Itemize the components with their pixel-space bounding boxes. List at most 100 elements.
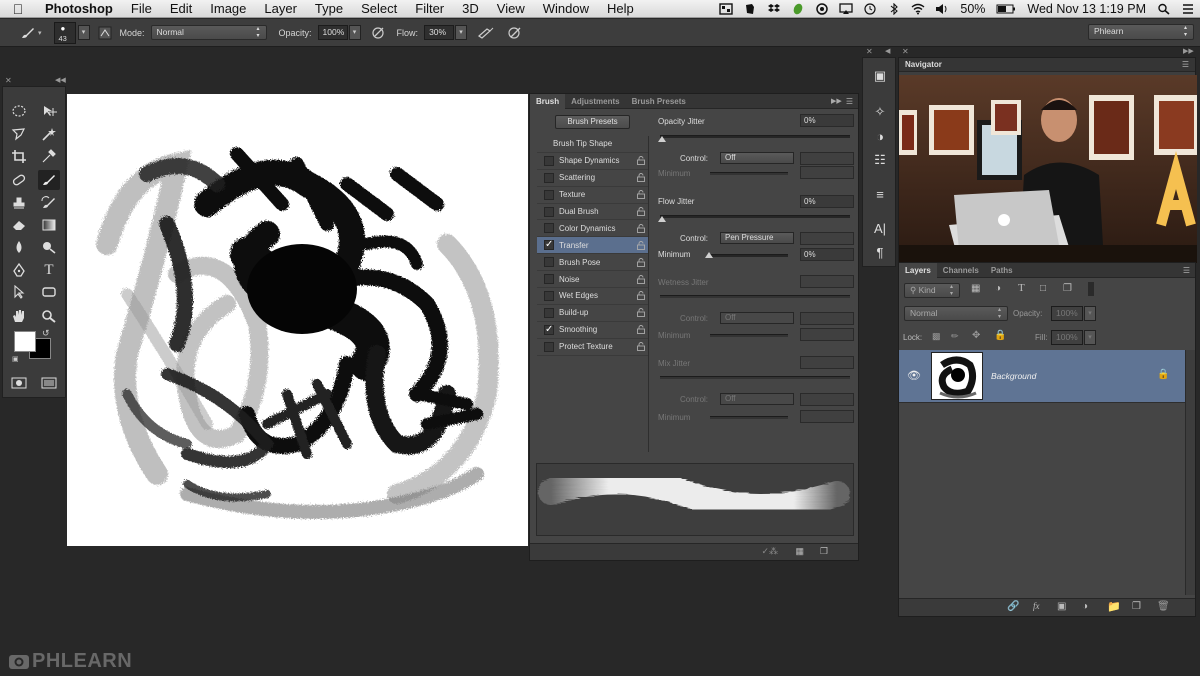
menu-3d[interactable]: 3D xyxy=(453,0,488,18)
opacity-control-dropdown[interactable]: Off xyxy=(720,152,794,164)
flow-slider-arrow-icon[interactable]: ▾ xyxy=(455,25,468,40)
option-lock-icon[interactable] xyxy=(637,240,645,250)
menu-layer[interactable]: Layer xyxy=(255,0,306,18)
healing-brush-tool-icon[interactable] xyxy=(8,170,30,190)
default-colors-icon[interactable]: ▣ xyxy=(12,355,19,363)
airbrush-icon[interactable] xyxy=(477,26,495,40)
lock-transparent-icon[interactable]: ▩ xyxy=(932,331,941,342)
lock-pixels-icon[interactable]: ✏ xyxy=(951,331,959,342)
iconcol-close-icon[interactable]: ✕ xyxy=(866,47,873,56)
tab-brush[interactable]: Brush xyxy=(530,93,566,109)
menu-window[interactable]: Window xyxy=(534,0,598,18)
airplay-icon[interactable] xyxy=(839,2,854,15)
tab-brush-presets[interactable]: Brush Presets xyxy=(626,94,692,109)
layer-blend-mode-dropdown[interactable]: Normal xyxy=(904,306,1008,321)
tools-close-icon[interactable]: ✕ xyxy=(5,76,12,85)
layer-name[interactable]: Background xyxy=(991,371,1036,381)
clock[interactable]: Wed Nov 13 1:19 PM xyxy=(1021,2,1152,16)
paragraph-styles-icon[interactable]: ≡ xyxy=(870,184,890,204)
new-group-icon[interactable]: 📁 xyxy=(1107,600,1121,613)
menu-help[interactable]: Help xyxy=(598,0,643,18)
option-lock-icon[interactable] xyxy=(637,207,645,216)
navigator-menu-icon[interactable]: ☰ xyxy=(1182,60,1189,69)
brush-picker-arrow-icon[interactable]: ▾ xyxy=(77,25,90,40)
flow-jitter-slider[interactable] xyxy=(660,215,850,218)
tab-adjustments[interactable]: Adjustments xyxy=(565,94,625,109)
filter-pixel-icon[interactable]: ▦ xyxy=(971,283,980,294)
brush-option-wet-edges[interactable]: Wet Edges xyxy=(537,288,648,305)
flow-jitter-value[interactable]: 0% xyxy=(800,195,854,208)
filter-shape-icon[interactable]: □ xyxy=(1040,283,1046,294)
lock-all-icon[interactable]: 🔒 xyxy=(994,330,1006,341)
option-lock-icon[interactable] xyxy=(637,325,645,335)
option-lock-icon[interactable] xyxy=(637,156,645,166)
brush-option-transfer[interactable]: ✓ Transfer xyxy=(537,237,648,255)
brush-option-build-up[interactable]: Build-up xyxy=(537,305,648,322)
eraser-tool-icon[interactable] xyxy=(8,215,30,235)
lock-position-icon[interactable]: ✥ xyxy=(972,330,980,341)
document-canvas[interactable] xyxy=(67,94,528,546)
blur-tool-icon[interactable] xyxy=(8,237,30,257)
dropbox-icon[interactable] xyxy=(767,3,781,15)
flow-minimum-value[interactable]: 0% xyxy=(800,248,854,261)
layers-scrollbar[interactable] xyxy=(1185,350,1195,595)
open-preset-manager-icon[interactable]: ▦ xyxy=(795,546,804,557)
brush-presets-button[interactable]: Brush Presets xyxy=(555,115,630,129)
opacity-jitter-slider[interactable] xyxy=(660,135,850,138)
leaf-icon[interactable] xyxy=(791,3,805,15)
brush-option-checkbox[interactable] xyxy=(544,257,554,268)
brush-option-checkbox[interactable] xyxy=(544,206,554,217)
move-tool-icon[interactable] xyxy=(38,101,60,121)
link-layers-icon[interactable]: 🔗 xyxy=(1007,601,1019,612)
dock-close-icon[interactable]: ✕ xyxy=(902,47,909,56)
dock-collapse-icon[interactable]: ▶▶ xyxy=(1183,47,1194,55)
opacity-slider-arrow-icon[interactable]: ▾ xyxy=(348,25,361,40)
pen-tool-icon[interactable] xyxy=(8,260,30,280)
mode-dropdown[interactable]: Normal xyxy=(150,25,267,40)
brush-tip-shape-item[interactable]: Brush Tip Shape xyxy=(537,136,648,153)
brush-option-smoothing[interactable]: ✓ Smoothing xyxy=(537,322,648,339)
new-adjustment-layer-icon[interactable]: ◑ xyxy=(1082,601,1088,612)
option-lock-icon[interactable] xyxy=(637,190,645,200)
layer-opacity-arrow-icon[interactable]: ▾ xyxy=(1084,306,1096,321)
history-brush-tool-icon[interactable] xyxy=(38,193,60,213)
brush-panel-toggle-icon[interactable] xyxy=(98,26,112,40)
crop-tool-icon[interactable] xyxy=(8,146,30,166)
layer-row-background[interactable]: 👁 Background 🔒 xyxy=(899,350,1185,403)
new-layer-icon[interactable]: ❐ xyxy=(1132,601,1141,612)
tab-layers[interactable]: Layers xyxy=(899,262,937,278)
toggle-live-tip-preview-icon[interactable]: ✓⁂ xyxy=(761,546,778,557)
flow-minimum-thumb[interactable] xyxy=(705,252,713,258)
brush-panel-icon[interactable]: ✧ xyxy=(870,102,890,122)
panel-menu-icon[interactable]: ☰ xyxy=(846,97,858,106)
creative-cloud-icon[interactable] xyxy=(815,2,829,15)
properties-panel-icon[interactable]: ☷ xyxy=(870,150,890,170)
marquee-tool-icon[interactable] xyxy=(8,101,30,121)
apple-menu-icon[interactable]:  xyxy=(0,1,36,17)
brush-option-checkbox[interactable] xyxy=(544,290,554,301)
brush-option-protect-texture[interactable]: Protect Texture xyxy=(537,339,648,356)
brush-size-picker[interactable]: ● 43 xyxy=(53,21,76,44)
gradient-tool-icon[interactable] xyxy=(38,215,60,235)
menu-filter[interactable]: Filter xyxy=(406,0,453,18)
zoom-tool-icon[interactable] xyxy=(38,306,60,326)
rectangle-tool-icon[interactable] xyxy=(38,282,60,302)
flow-minimum-slider[interactable] xyxy=(710,254,788,257)
spotlight-search-icon[interactable] xyxy=(1157,3,1171,15)
brush-option-texture[interactable]: Texture xyxy=(537,187,648,204)
pressure-opacity-icon[interactable] xyxy=(371,26,387,40)
tab-channels[interactable]: Channels xyxy=(937,263,985,278)
path-selection-tool-icon[interactable] xyxy=(8,282,30,302)
layer-style-fx-icon[interactable]: fx xyxy=(1033,601,1040,611)
brush-option-dual-brush[interactable]: Dual Brush xyxy=(537,204,648,221)
brush-option-checkbox[interactable] xyxy=(544,223,554,234)
add-mask-icon[interactable]: ▣ xyxy=(1057,601,1066,612)
opacity-field[interactable]: 100% xyxy=(317,25,348,40)
clone-stamp-tool-icon[interactable] xyxy=(8,193,30,213)
option-lock-icon[interactable] xyxy=(637,308,645,318)
layer-fill-field[interactable]: 100% xyxy=(1051,330,1083,345)
brush-option-checkbox[interactable] xyxy=(544,172,554,183)
layer-opacity-field[interactable]: 100% xyxy=(1051,306,1083,321)
brush-option-shape-dynamics[interactable]: Shape Dynamics xyxy=(537,153,648,170)
evernote-icon[interactable] xyxy=(743,3,757,15)
